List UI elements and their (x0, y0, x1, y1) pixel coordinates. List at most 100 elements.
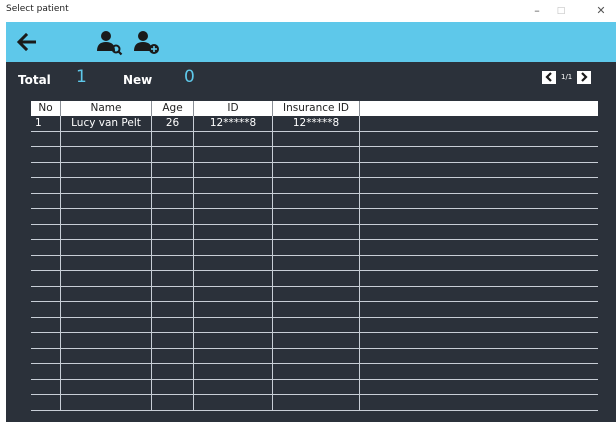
minimize-button[interactable]: – (526, 2, 548, 20)
app-content: Total 1 New 0 1/1 No Name Age ID Insuran… (6, 22, 616, 422)
table-cell-empty (360, 178, 598, 193)
table-row-empty (31, 271, 598, 287)
column-header-no[interactable]: No (31, 101, 61, 116)
pagination: 1/1 (542, 70, 592, 84)
cell-spare (360, 116, 598, 131)
table-cell-empty (152, 379, 194, 394)
table-cell-empty (31, 333, 61, 348)
table-row-empty (31, 302, 598, 318)
new-label: New (123, 73, 153, 87)
table-row-empty (31, 224, 598, 240)
table-cell-empty (273, 271, 360, 286)
table-cell-empty (152, 147, 194, 162)
table-row-empty (31, 286, 598, 302)
table-cell-empty (360, 380, 598, 395)
table-cell-empty (194, 286, 273, 301)
table-cell-empty (273, 209, 360, 224)
table-cell-empty (31, 178, 61, 193)
table-cell-empty (273, 302, 360, 317)
close-button[interactable]: ✕ (590, 2, 612, 20)
table-cell-empty (273, 224, 360, 239)
table-cell-empty (273, 178, 360, 193)
back-button[interactable] (12, 22, 42, 62)
table-cell-empty (194, 131, 273, 146)
table-cell-empty (31, 255, 61, 270)
table-cell-empty (194, 379, 273, 394)
table-cell-empty (194, 395, 273, 410)
table-cell-empty (61, 147, 152, 162)
table-cell-empty (273, 255, 360, 270)
patient-table: No Name Age ID Insurance ID 1 Lucy van P… (31, 101, 598, 411)
table-row-empty (31, 395, 598, 411)
user-search-icon (97, 31, 123, 56)
search-patient-button[interactable] (94, 22, 124, 62)
table-cell-empty (31, 395, 61, 410)
total-count: 1 (76, 67, 87, 87)
table-cell-empty (194, 178, 273, 193)
table-cell-empty (360, 132, 598, 147)
next-page-button[interactable] (577, 70, 592, 84)
maximize-button[interactable]: □ (550, 2, 572, 20)
table-cell-empty (273, 317, 360, 332)
table-cell-empty (61, 162, 152, 177)
column-header-name[interactable]: Name (61, 101, 152, 116)
table-cell-empty (273, 348, 360, 363)
cell-age: 26 (152, 116, 194, 131)
column-header-age[interactable]: Age (152, 101, 194, 116)
table-cell-empty (360, 163, 598, 178)
table-cell-empty (194, 333, 273, 348)
table-cell-empty (194, 162, 273, 177)
table-cell-empty (61, 131, 152, 146)
user-add-icon (134, 31, 159, 54)
table-body: 1 Lucy van Pelt 26 12*****8 12*****8 (31, 116, 598, 411)
table-cell-empty (273, 333, 360, 348)
table-cell-empty (31, 193, 61, 208)
table-row-empty (31, 255, 598, 271)
table-cell-empty (152, 209, 194, 224)
table-cell-empty (360, 302, 598, 317)
arrow-left-icon (16, 33, 36, 51)
table-cell-empty (194, 240, 273, 255)
column-header-spare (360, 101, 598, 116)
table-cell-empty (360, 147, 598, 162)
table-cell-empty (273, 193, 360, 208)
add-patient-button[interactable] (130, 22, 164, 62)
table-cell-empty (31, 364, 61, 379)
table-cell-empty (273, 379, 360, 394)
prev-page-button[interactable] (542, 70, 556, 84)
table-cell-empty (152, 131, 194, 146)
table-cell-empty (31, 131, 61, 146)
table-row-empty (31, 364, 598, 380)
table-row-empty (31, 240, 598, 256)
table-cell-empty (61, 395, 152, 410)
table-cell-empty (360, 256, 598, 271)
window-title: Select patient (6, 4, 69, 14)
cell-insurance-id: 12*****8 (273, 116, 360, 131)
table-cell-empty (61, 317, 152, 332)
column-header-id[interactable]: ID (194, 101, 273, 116)
column-header-insurance-id[interactable]: Insurance ID (273, 101, 360, 116)
table-row-empty (31, 162, 598, 178)
table-cell-empty (360, 209, 598, 224)
table-row[interactable]: 1 Lucy van Pelt 26 12*****8 12*****8 (31, 116, 598, 132)
table-cell-empty (360, 318, 598, 333)
table-row-empty (31, 209, 598, 225)
table-cell-empty (152, 224, 194, 239)
table-cell-empty (31, 302, 61, 317)
page-indicator: 1/1 (561, 73, 573, 81)
table-cell-empty (273, 286, 360, 301)
table-cell-empty (31, 286, 61, 301)
table-row-empty (31, 193, 598, 209)
table-cell-empty (31, 224, 61, 239)
table-cell-empty (31, 240, 61, 255)
table-cell-empty (194, 224, 273, 239)
table-cell-empty (61, 240, 152, 255)
table-cell-empty (152, 348, 194, 363)
table-cell-empty (152, 271, 194, 286)
table-row-empty (31, 379, 598, 395)
table-cell-empty (152, 364, 194, 379)
table-cell-empty (360, 240, 598, 255)
table-cell-empty (194, 302, 273, 317)
table-cell-empty (31, 271, 61, 286)
table-cell-empty (360, 395, 598, 410)
